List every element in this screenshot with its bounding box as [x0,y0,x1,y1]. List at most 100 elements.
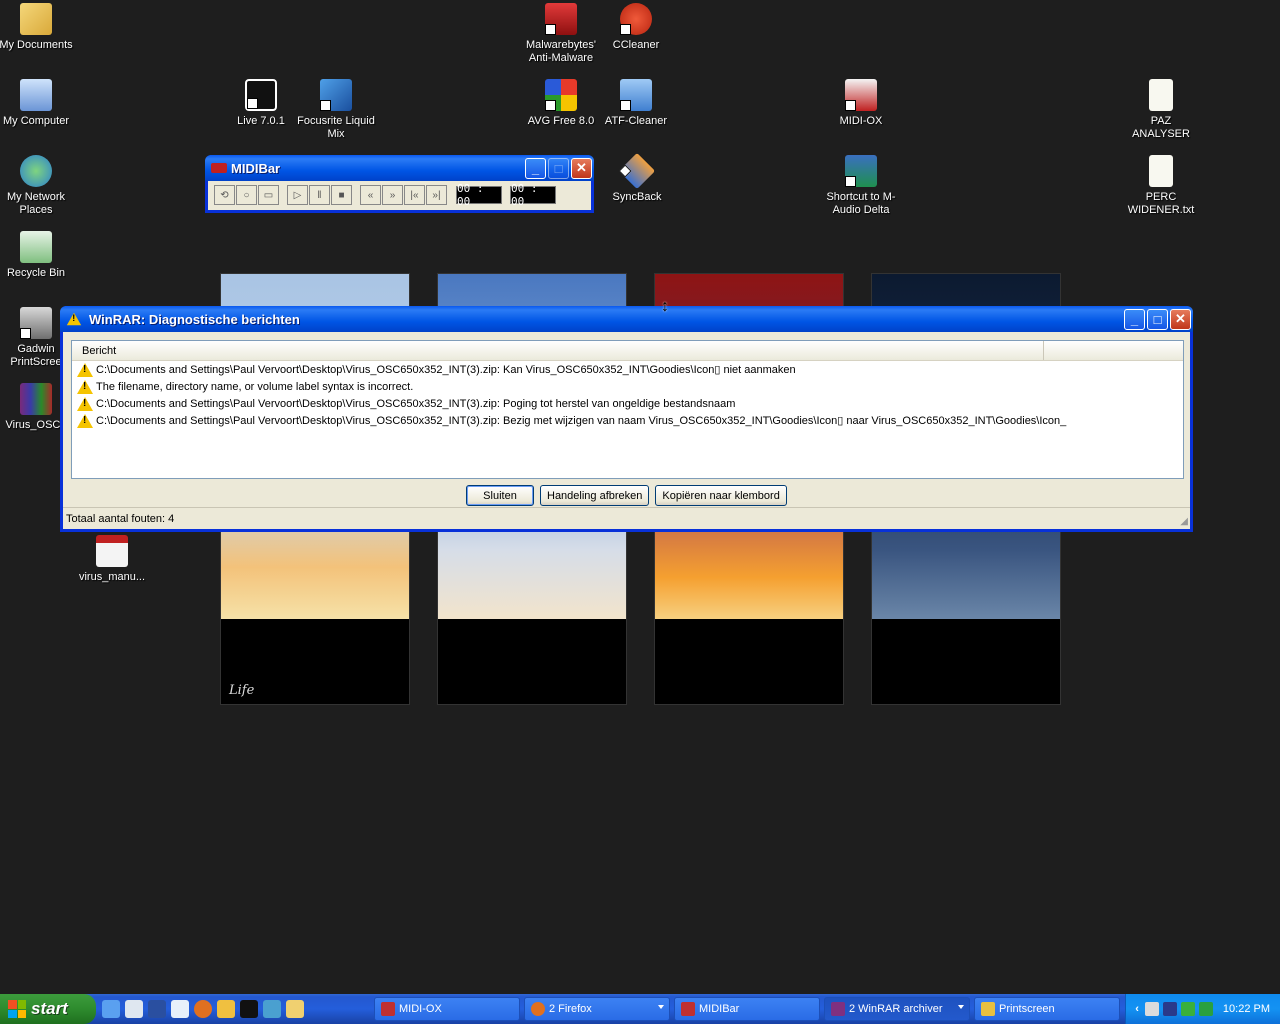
message-text: C:\Documents and Settings\Paul Vervoort\… [96,397,736,410]
desktop-icon-midi-ox[interactable]: MIDI-OX [821,79,901,128]
copy-to-clipboard-button[interactable]: Kopiëren naar klembord [655,485,787,506]
desktop-icon-label: Malwarebytes' Anti-Malware [526,39,596,64]
wallpaper-ground [655,619,843,704]
desktop-icon-avg[interactable]: AVG Free 8.0 [521,79,601,128]
midibar-window[interactable]: MIDIBar _ □ ✕ ⟲ ○ ▭ ▷ ‖ ■ « » |« »| 00 :… [205,155,594,213]
close-button[interactable]: ✕ [1170,308,1191,330]
maximize-button: □ [548,157,569,179]
winrar-titlebar[interactable]: WinRAR: Diagnostische berichten _ □ ✕ [60,306,1193,332]
text-file-icon [1149,155,1173,187]
winrar-diagnostics-window[interactable]: WinRAR: Diagnostische berichten _ □ ✕ Be… [60,306,1193,532]
resize-grip-icon[interactable]: ◢ [1180,516,1188,527]
desktop-icon-label: My Network Places [6,191,66,216]
maximize-button[interactable]: □ [1147,308,1168,330]
clock[interactable]: 10:22 PM [1223,1003,1270,1015]
desktop-icon-label: Focusrite Liquid Mix [297,115,375,140]
warning-icon [77,379,93,394]
rewind-icon[interactable]: « [360,185,381,205]
list-item[interactable]: C:\Documents and Settings\Paul Vervoort\… [72,412,1183,429]
media-player-icon[interactable] [148,1000,166,1018]
minimize-button[interactable]: _ [525,157,546,179]
folder-icon[interactable] [286,1000,304,1018]
fast-forward-icon[interactable]: » [382,185,403,205]
ableton-icon[interactable] [240,1000,258,1018]
close-button[interactable]: ✕ [571,157,592,179]
message-text: C:\Documents and Settings\Paul Vervoort\… [96,415,1067,427]
folder-icon [981,1002,995,1016]
desktop-icon-label: My Computer [2,115,70,127]
folder-icon [20,3,52,35]
computer-icon [20,79,52,111]
list-header[interactable]: Bericht [72,341,1183,361]
taskbar-item-printscreen[interactable]: Printscreen [974,997,1120,1021]
close-dialog-button[interactable]: Sluiten [466,485,534,506]
word-icon[interactable] [171,1000,189,1018]
time-total: 00 : 00 [510,182,556,208]
previous-icon[interactable]: |« [404,185,425,205]
desktop-icon-live[interactable]: Live 7.0.1 [221,79,301,128]
atf-cleaner-icon [620,79,652,111]
desktop-icon-focusrite[interactable]: Focusrite Liquid Mix [296,79,376,141]
list-item[interactable]: C:\Documents and Settings\Paul Vervoort\… [72,395,1183,412]
app-icon[interactable] [217,1000,235,1018]
message-text: The filename, directory name, or volume … [96,380,414,393]
column-header-bericht[interactable]: Bericht [72,341,1044,360]
abort-operation-button[interactable]: Handeling afbreken [540,485,650,506]
desktop-icon-label: My Documents [0,39,73,51]
taskbar-item-midibar[interactable]: MIDIBar [674,997,820,1021]
malwarebytes-icon [545,3,577,35]
firefox-icon[interactable] [194,1000,212,1018]
desktop-icon-paz[interactable]: PAZ ANALYSER [1121,79,1201,141]
desktop-icon-my-computer[interactable]: My Computer [0,79,76,128]
taskbar-item-firefox[interactable]: 2 Firefox [524,997,670,1021]
tray-expand-icon[interactable]: ‹ [1135,1003,1139,1015]
desktop-icon-my-documents[interactable]: My Documents [0,3,76,52]
task-label: MIDI-OX [399,1003,442,1015]
desktop-icon-malwarebytes[interactable]: Malwarebytes' Anti-Malware [521,3,601,65]
desktop-icon-virus-manual[interactable]: virus_manu... [72,535,152,584]
pause-icon[interactable]: ‖ [309,185,330,205]
show-desktop-icon[interactable] [125,1000,143,1018]
text-file-icon [1149,79,1173,111]
loop-icon[interactable]: ⟲ [214,185,235,205]
midi-ox-icon [845,79,877,111]
list-item[interactable]: The filename, directory name, or volume … [72,378,1183,395]
midi-ox-icon [381,1002,395,1016]
next-icon[interactable]: »| [426,185,447,205]
desktop-icon-label: AVG Free 8.0 [527,115,595,127]
desktop-icon-m-audio[interactable]: Shortcut to M-Audio Delta [821,155,901,217]
record-icon[interactable]: ○ [236,185,257,205]
winrar-archive-icon [20,383,52,415]
tray-app-icon[interactable] [1198,1002,1213,1016]
desktop-icon-my-network-places[interactable]: My Network Places [0,155,76,217]
focusrite-icon [320,79,352,111]
task-label: 2 Firefox [549,1003,592,1015]
ie-icon[interactable] [102,1000,120,1018]
message-list[interactable]: Bericht C:\Documents and Settings\Paul V… [71,340,1184,479]
chevron-down-icon [658,1005,664,1009]
open-folder-icon[interactable]: ▭ [258,185,279,205]
taskbar-item-midi-ox[interactable]: MIDI-OX [374,997,520,1021]
start-button[interactable]: start [0,994,96,1024]
midibar-titlebar[interactable]: MIDIBar _ □ ✕ [205,155,594,181]
taskbar-item-winrar[interactable]: 2 WinRAR archiver [824,997,970,1021]
tray-app-icon[interactable] [1162,1002,1177,1016]
task-label: MIDIBar [699,1003,740,1015]
tray-app-icon[interactable] [1144,1002,1159,1016]
tray-app-icon[interactable] [1180,1002,1195,1016]
window-title: MIDIBar [231,160,281,176]
desktop-icon-recycle-bin[interactable]: Recycle Bin [0,231,76,280]
stop-icon[interactable]: ■ [331,185,352,205]
desktop-icon-label: virus_manu... [78,571,146,583]
network-tool-icon[interactable] [263,1000,281,1018]
minimize-button[interactable]: _ [1124,308,1145,330]
desktop-icon-atf-cleaner[interactable]: ATF-Cleaner [596,79,676,128]
desktop-icon-ccleaner[interactable]: CCleaner [596,3,676,52]
list-item[interactable]: C:\Documents and Settings\Paul Vervoort\… [72,361,1183,378]
chevron-down-icon [958,1005,964,1009]
play-icon[interactable]: ▷ [287,185,308,205]
warning-icon [77,396,93,411]
desktop-icon-perc[interactable]: PERC WIDENER.txt [1121,155,1201,217]
start-label: start [31,999,68,1018]
desktop-icon-syncback[interactable]: SyncBack [597,152,677,204]
